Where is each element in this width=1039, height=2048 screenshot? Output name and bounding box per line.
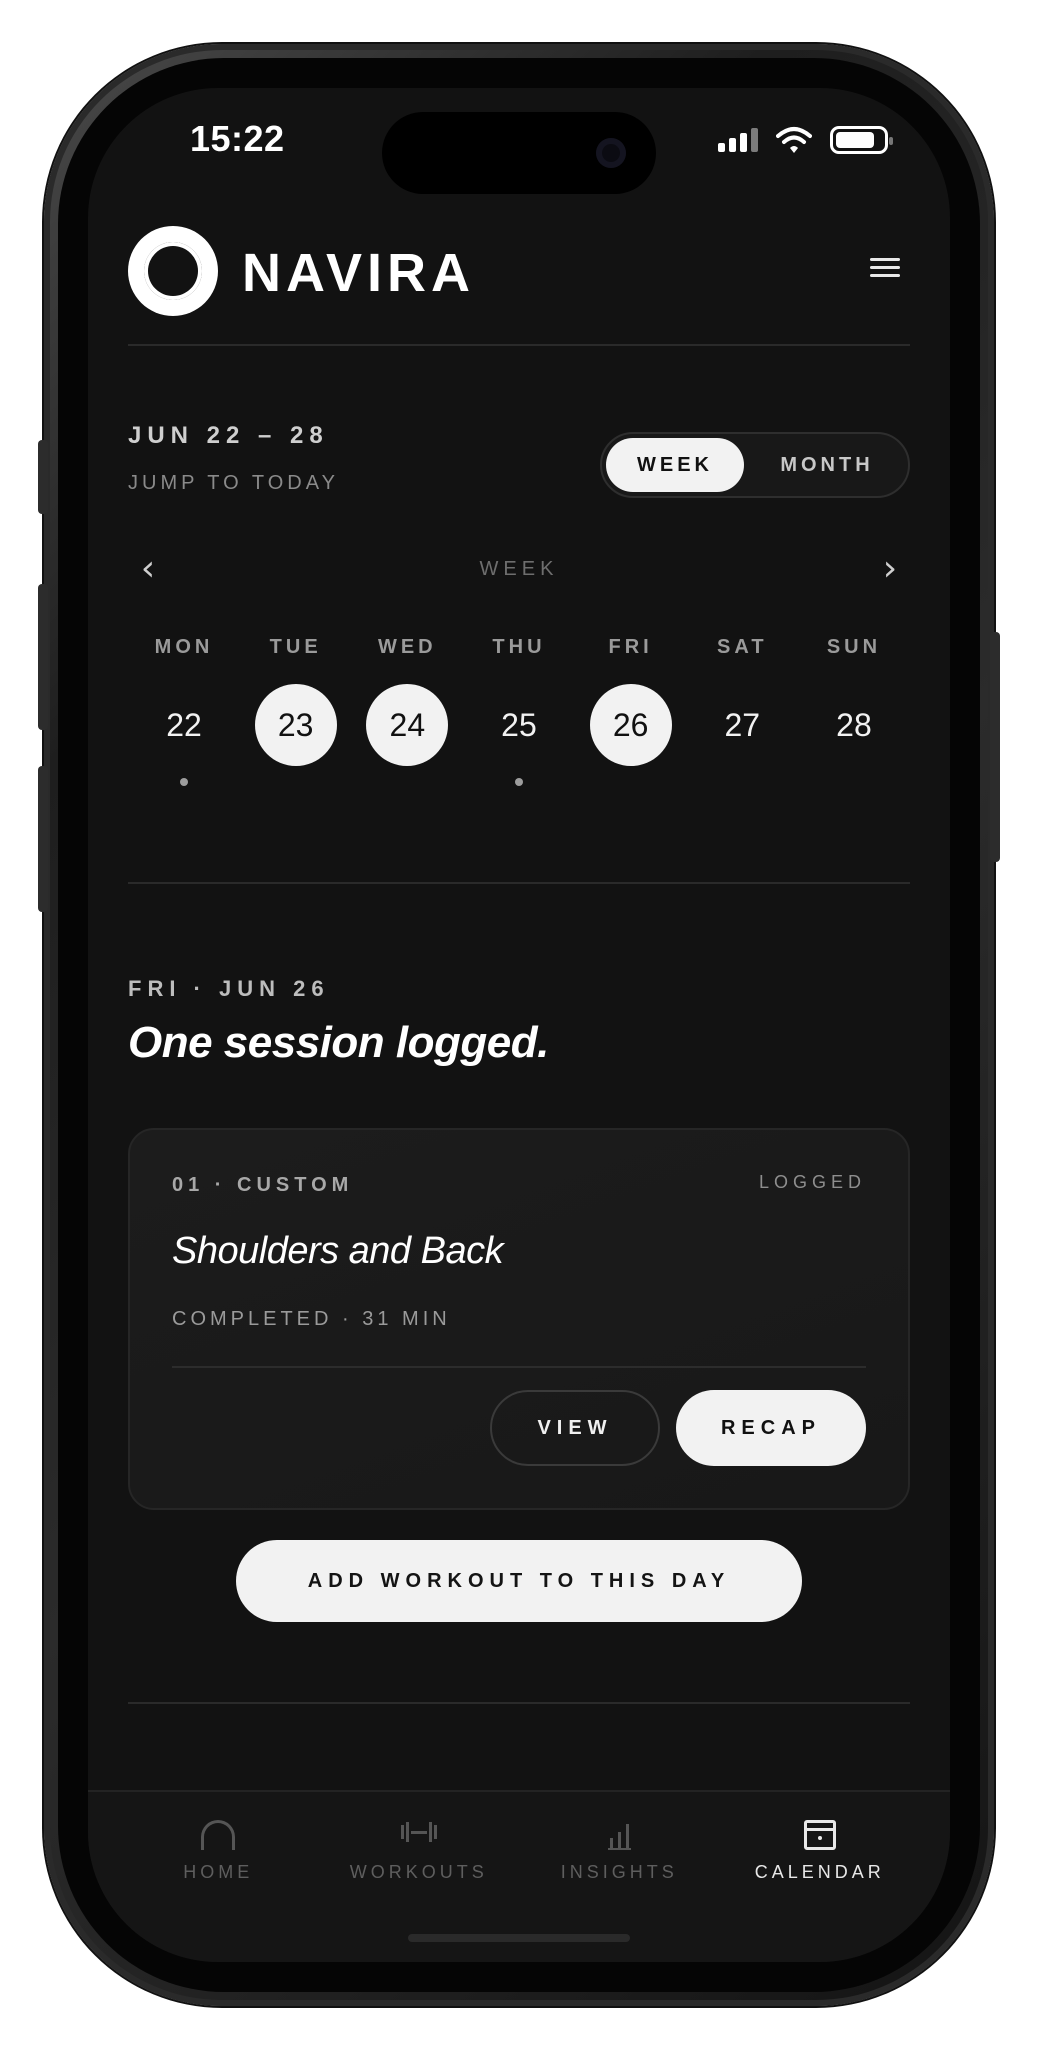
add-workout-button[interactable]: ADD WORKOUT TO THIS DAY xyxy=(236,1540,802,1622)
dumbbell-icon xyxy=(400,1822,437,1842)
navira-logo-icon xyxy=(128,226,218,316)
day-number: 23 xyxy=(254,684,337,766)
view-button[interactable]: VIEW xyxy=(490,1390,660,1466)
dynamic-island xyxy=(382,112,656,194)
signal-icon xyxy=(718,128,758,152)
tab-label: CALENDAR xyxy=(754,1862,885,1882)
day-name: WED xyxy=(377,636,437,658)
recap-button[interactable]: RECAP xyxy=(676,1390,866,1466)
day-number: 25 xyxy=(501,706,537,743)
day-sun[interactable]: SUN 28 xyxy=(802,636,906,786)
day-number: 26 xyxy=(589,684,672,766)
day-thu[interactable]: THU 25 xyxy=(467,636,571,786)
volume-up-button xyxy=(38,584,48,730)
toggle-month[interactable]: MONTH xyxy=(752,438,902,492)
day-name: TUE xyxy=(269,636,322,658)
calendar-icon xyxy=(803,1820,836,1850)
brand-name: NAVIRA xyxy=(242,243,476,303)
session-status-badge: LOGGED xyxy=(758,1172,866,1192)
activity-dot xyxy=(514,778,523,786)
selected-day-headline: One session logged. xyxy=(128,1018,549,1067)
app-screen: 15:22 NAVIRA JUN 22 – 28 JUMP TO TODAY W… xyxy=(88,88,950,1962)
battery-icon xyxy=(830,126,893,154)
next-week-chevron-icon[interactable]: › xyxy=(870,548,910,589)
bar-chart-icon xyxy=(607,1824,631,1850)
day-name: THU xyxy=(492,636,546,658)
section-divider xyxy=(128,882,910,884)
view-toggle: WEEK MONTH xyxy=(600,432,910,498)
day-name: SAT xyxy=(717,636,768,658)
session-tag: 01 · CUSTOM xyxy=(172,1174,354,1196)
day-mon[interactable]: MON 22 xyxy=(132,636,236,786)
activity-dot xyxy=(180,778,188,786)
toggle-week[interactable]: WEEK xyxy=(606,438,744,492)
day-wed[interactable]: WED 24 xyxy=(355,636,459,786)
tab-label: HOME xyxy=(183,1862,254,1882)
camera-icon xyxy=(596,138,626,168)
day-name: SUN xyxy=(826,636,882,658)
section-divider xyxy=(128,1702,910,1704)
tab-label: WORKOUTS xyxy=(349,1862,488,1882)
jump-to-today-link[interactable]: JUMP TO TODAY xyxy=(128,472,339,495)
tab-calendar[interactable]: CALENDAR xyxy=(720,1792,921,1962)
day-number: 27 xyxy=(724,706,761,743)
home-arch-icon xyxy=(201,1820,236,1850)
date-range-label: JUN 22 – 28 xyxy=(128,422,329,449)
card-divider xyxy=(172,1366,866,1368)
week-days: MON 22 TUE 23 WED 24 THU 25 FRI 26 SAT 2… xyxy=(128,636,910,786)
volume-down-button xyxy=(38,766,48,912)
home-indicator xyxy=(408,1934,630,1942)
week-caption: WEEK xyxy=(479,558,559,580)
session-title: Shoulders and Back xyxy=(172,1230,504,1272)
day-name: FRI xyxy=(608,636,653,658)
session-card: 01 · CUSTOM LOGGED Shoulders and Back CO… xyxy=(128,1128,910,1510)
status-icons xyxy=(718,126,893,154)
day-number: 28 xyxy=(836,706,872,743)
wifi-icon xyxy=(776,127,812,153)
day-tue[interactable]: TUE 23 xyxy=(244,636,348,786)
power-button xyxy=(990,632,1000,862)
session-meta: COMPLETED · 31 MIN xyxy=(172,1308,451,1330)
selected-day-label: FRI · JUN 26 xyxy=(128,976,330,1001)
mute-switch xyxy=(38,440,48,514)
tab-home[interactable]: HOME xyxy=(118,1792,319,1962)
menu-icon[interactable] xyxy=(870,254,900,280)
day-number: 22 xyxy=(166,706,202,743)
status-time: 15:22 xyxy=(190,118,285,159)
tab-label: INSIGHTS xyxy=(560,1862,678,1882)
day-name: MON xyxy=(154,636,214,658)
app-header: NAVIRA xyxy=(128,226,910,346)
day-sat[interactable]: SAT 27 xyxy=(690,636,794,786)
day-number: 24 xyxy=(366,684,449,766)
day-fri[interactable]: FRI 26 xyxy=(579,636,683,786)
